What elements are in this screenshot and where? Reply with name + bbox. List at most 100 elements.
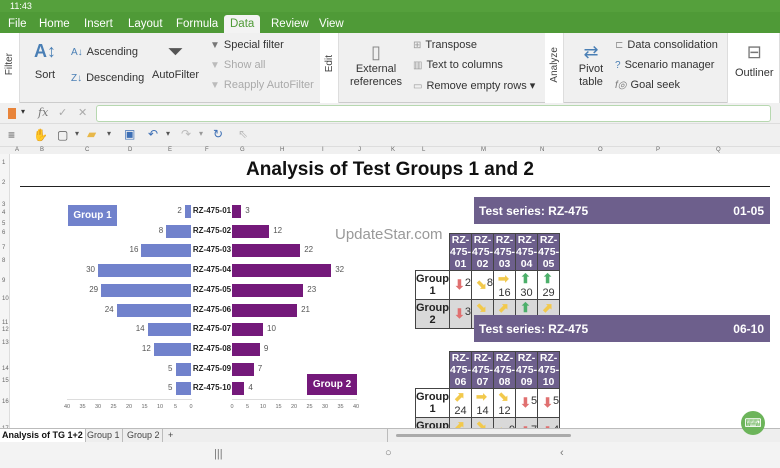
bar-group1[interactable] — [117, 304, 191, 317]
data-cell[interactable]: ➡16 — [494, 271, 516, 300]
row-header-14[interactable]: 14 — [2, 366, 9, 372]
bar-group2[interactable] — [232, 382, 244, 395]
column-header-J[interactable]: J — [358, 147, 361, 153]
text-to-columns-button[interactable]: ▥Text to columns — [413, 59, 503, 71]
bar-group1[interactable] — [185, 205, 191, 218]
autofilter-button[interactable]: ⏷AutoFilter — [152, 41, 199, 81]
column-header-O[interactable]: O — [598, 147, 603, 153]
menu-tab-home[interactable]: Home — [33, 15, 76, 33]
column-header-P[interactable]: P — [656, 147, 660, 153]
column-header-C[interactable]: C — [85, 147, 89, 153]
legend-group2[interactable]: Group 2 — [307, 374, 357, 395]
data-cell[interactable]: ⬇5 — [516, 389, 538, 418]
bar-group2[interactable] — [232, 343, 260, 356]
descending-button[interactable]: Z↓Descending — [71, 72, 144, 84]
row-header-2[interactable]: 2 — [2, 180, 5, 186]
row-header-16[interactable]: 16 — [2, 399, 9, 405]
butterfly-chart[interactable]: 23RZ-475-01812RZ-475-021622RZ-475-033032… — [10, 154, 410, 428]
menu-tab-view[interactable]: View — [313, 15, 350, 33]
column-header-G[interactable]: G — [240, 147, 245, 153]
menu-tab-file[interactable]: File — [2, 15, 33, 33]
add-sheet-button[interactable]: + — [166, 429, 175, 443]
row-header-3[interactable]: 3 — [2, 202, 5, 208]
data-consolidation-button[interactable]: ⊏Data consolidation — [615, 39, 718, 51]
column-header-I[interactable]: I — [322, 147, 324, 153]
hand-icon[interactable]: ✋ — [33, 128, 48, 142]
check-icon[interactable]: ✓ — [58, 106, 67, 119]
goal-seek-button[interactable]: f◎Goal seek — [615, 79, 680, 91]
undo-icon[interactable]: ↶ — [148, 127, 158, 141]
bar-group2[interactable] — [232, 323, 263, 336]
menu-tab-insert[interactable]: Insert — [78, 15, 119, 33]
data-cell[interactable]: ⬊8 — [472, 271, 494, 300]
row-header-9[interactable]: 9 — [2, 278, 5, 284]
home-icon[interactable]: ○ — [385, 447, 392, 459]
column-header-K[interactable]: K — [391, 147, 395, 153]
save-icon[interactable]: ▣ — [124, 127, 135, 141]
data-cell[interactable]: ⬇3 — [450, 300, 472, 329]
chevron-down-icon[interactable]: ▾ — [199, 129, 203, 138]
bar-group1[interactable] — [176, 382, 192, 395]
row-header-13[interactable]: 13 — [2, 340, 9, 346]
row-header-12[interactable]: 12 — [2, 327, 9, 333]
bar-group2[interactable] — [232, 304, 297, 317]
data-cell[interactable]: ⬇5 — [538, 389, 560, 418]
menu-tab-review[interactable]: Review — [265, 15, 315, 33]
sheet-tab[interactable]: Analysis of TG 1+2 — [0, 429, 86, 443]
scenario-manager-button[interactable]: ?Scenario manager — [615, 59, 714, 71]
bar-group2[interactable] — [232, 284, 303, 297]
menu-icon[interactable]: ≡ — [8, 128, 15, 142]
sheet-tab[interactable]: Group 2 — [125, 429, 163, 443]
bar-group1[interactable] — [101, 284, 191, 297]
data-cell[interactable]: ⬆30 — [516, 271, 538, 300]
open-folder-icon[interactable]: ▰ — [87, 127, 96, 141]
bar-group1[interactable] — [154, 343, 191, 356]
reapply-autofilter-button[interactable]: ▼Reapply AutoFilter — [210, 79, 314, 91]
column-header-F[interactable]: F — [205, 147, 209, 153]
function-button[interactable]: fx — [38, 106, 48, 119]
sort-button[interactable]: A↕Sort — [33, 41, 57, 81]
show-all-button[interactable]: ▼Show all — [210, 59, 265, 71]
data-cell[interactable]: ➡14 — [472, 389, 494, 418]
sheet-tab[interactable]: Group 1 — [85, 429, 123, 443]
back-icon[interactable]: ‹ — [560, 447, 564, 459]
edit-group-label[interactable]: Edit — [324, 55, 335, 72]
external-references-button[interactable]: ▯External references — [350, 41, 402, 89]
legend-group1[interactable]: Group 1 — [68, 205, 117, 226]
bar-group1[interactable] — [141, 244, 191, 257]
column-header-M[interactable]: M — [481, 147, 486, 153]
outliner-button[interactable]: ⊟Outliner — [735, 41, 774, 79]
column-header-E[interactable]: E — [168, 147, 172, 153]
data-cell[interactable]: ⬊12 — [494, 389, 516, 418]
row-header-6[interactable]: 6 — [2, 230, 5, 236]
data-cell[interactable]: ⬇2 — [450, 271, 472, 300]
redo-icon[interactable]: ↷ — [181, 127, 191, 141]
select-pointer-icon[interactable]: ⇖ — [238, 127, 248, 141]
bar-group1[interactable] — [148, 323, 191, 336]
row-header-10[interactable]: 10 — [2, 296, 9, 302]
chevron-down-icon[interactable]: ▾ — [21, 107, 25, 116]
filter-group-label[interactable]: Filter — [4, 53, 15, 75]
row-header-7[interactable]: 7 — [2, 245, 5, 251]
pivot-table-button[interactable]: ⇄Pivot table — [576, 41, 606, 89]
bar-group2[interactable] — [232, 225, 269, 238]
bar-group1[interactable] — [166, 225, 191, 238]
row-header-5[interactable]: 5 — [2, 221, 5, 227]
bar-group1[interactable] — [98, 264, 191, 277]
row-header-8[interactable]: 8 — [2, 258, 5, 264]
row-header-1[interactable]: 1 — [2, 160, 5, 166]
row-header-4[interactable]: 4 — [2, 210, 5, 216]
close-icon[interactable]: ✕ — [78, 106, 87, 119]
column-header-A[interactable]: A — [15, 147, 19, 153]
special-filter-button[interactable]: ▼Special filter — [210, 39, 284, 51]
column-header-Q[interactable]: Q — [716, 147, 721, 153]
menu-tab-formula[interactable]: Formula — [170, 15, 224, 33]
remove-empty-rows-button[interactable]: ▭Remove empty rows ▾ — [413, 79, 535, 92]
worksheet[interactable]: Analysis of Test Groups 1 and 2 UpdateSt… — [10, 154, 780, 428]
refresh-icon[interactable]: ↻ — [213, 127, 223, 141]
data-cell[interactable]: ⬈24 — [450, 389, 472, 418]
menu-tab-data[interactable]: Data — [224, 15, 260, 33]
chevron-down-icon[interactable]: ▾ — [166, 129, 170, 138]
new-document-icon[interactable]: ▢ — [57, 128, 68, 142]
cell-reference-icon[interactable] — [8, 108, 16, 119]
